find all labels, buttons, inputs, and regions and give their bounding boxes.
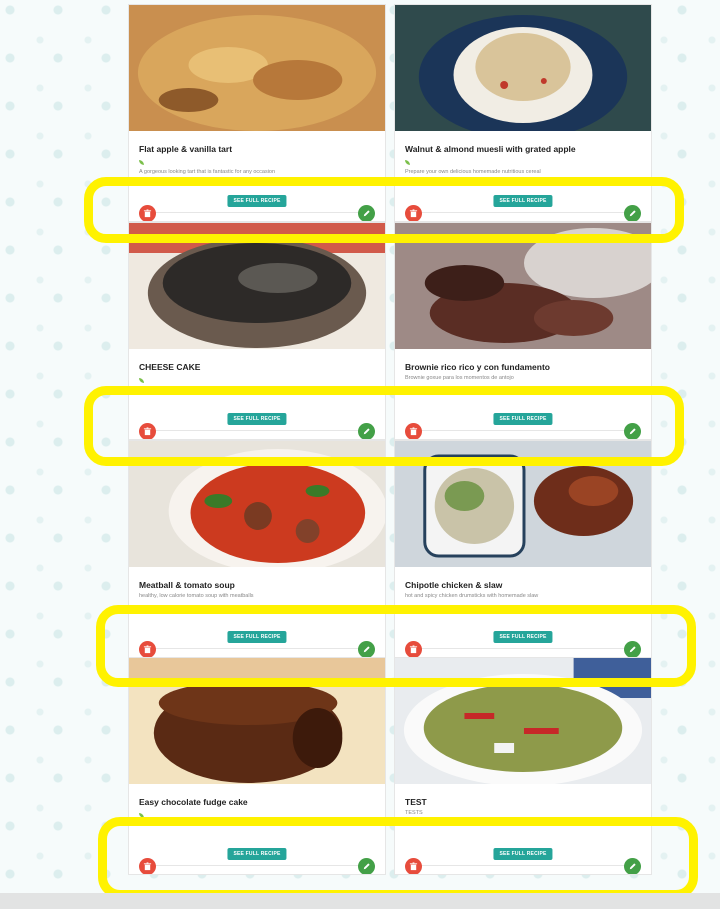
see-full-recipe-button[interactable]: SEE FULL RECIPE — [493, 195, 553, 207]
recipe-description: Brownie goxue para los momentos de antoj… — [405, 375, 514, 381]
divider — [405, 430, 641, 431]
pencil-icon — [629, 210, 636, 217]
edit-button[interactable] — [358, 423, 375, 439]
recipe-card: TEST TESTS SEE FULL RECIPE — [394, 657, 652, 875]
delete-button[interactable] — [139, 641, 156, 657]
recipe-title: TEST — [405, 797, 427, 807]
trash-icon — [143, 209, 152, 218]
divider — [405, 865, 641, 866]
window-bottom-bar — [0, 893, 720, 909]
recipe-title: Easy chocolate fudge cake — [139, 797, 248, 807]
edit-button[interactable] — [624, 858, 641, 874]
recipe-photo — [395, 223, 651, 349]
recipe-card: CHEESE CAKE EXCELLENT AND TASTY, OSO GOK… — [128, 222, 386, 440]
pencil-icon — [363, 646, 370, 653]
recipe-photo — [395, 441, 651, 567]
recipe-photo — [129, 441, 385, 567]
recipe-card: Chipotle chicken & slaw hot and spicy ch… — [394, 440, 652, 658]
edit-button[interactable] — [358, 205, 375, 221]
see-full-recipe-button[interactable]: SEE FULL RECIPE — [227, 413, 287, 425]
edit-button[interactable] — [624, 641, 641, 657]
recipe-card: Flat apple & vanilla tart A gorgeous loo… — [128, 4, 386, 222]
see-full-recipe-button[interactable]: SEE FULL RECIPE — [227, 195, 287, 207]
edit-button[interactable] — [624, 423, 641, 439]
divider — [405, 212, 641, 213]
pencil-icon — [363, 863, 370, 870]
trash-icon — [409, 862, 418, 871]
trash-icon — [409, 645, 418, 654]
pencil-icon — [363, 428, 370, 435]
edit-button[interactable] — [358, 641, 375, 657]
edit-button[interactable] — [358, 858, 375, 874]
recipe-card: Walnut & almond muesli with grated apple… — [394, 4, 652, 222]
see-full-recipe-button[interactable]: SEE FULL RECIPE — [227, 848, 287, 860]
recipe-card: Meatball & tomato soup healthy, low calo… — [128, 440, 386, 658]
recipe-photo — [129, 5, 385, 131]
leaf-icon — [405, 160, 410, 165]
recipe-description: EXCELLENT AND TASTY, OSO GOKUAF — [139, 387, 242, 393]
recipe-description: A gorgeous looking tart that is fantasti… — [139, 169, 276, 175]
recipe-title: Brownie rico rico y con fundamento — [405, 362, 550, 372]
recipe-photo — [395, 5, 651, 131]
trash-icon — [143, 427, 152, 436]
pencil-icon — [363, 210, 370, 217]
pencil-icon — [629, 646, 636, 653]
pencil-icon — [629, 863, 636, 870]
delete-button[interactable] — [405, 641, 422, 657]
see-full-recipe-button[interactable]: SEE FULL RECIPE — [493, 413, 553, 425]
recipe-title: CHEESE CAKE — [139, 362, 201, 372]
leaf-icon — [139, 813, 144, 818]
recipe-description: healthy, low calorie tomato soup with me… — [139, 593, 254, 599]
recipe-title: Flat apple & vanilla tart — [139, 144, 233, 154]
delete-button[interactable] — [405, 205, 422, 221]
recipe-description: TESTS — [405, 810, 423, 816]
divider — [405, 648, 641, 649]
divider — [139, 648, 375, 649]
delete-button[interactable] — [139, 858, 156, 874]
recipe-title: Walnut & almond muesli with grated apple — [405, 144, 576, 154]
leaf-icon — [139, 378, 144, 383]
delete-button[interactable] — [139, 423, 156, 439]
see-full-recipe-button[interactable]: SEE FULL RECIPE — [493, 631, 553, 643]
trash-icon — [143, 862, 152, 871]
leaf-icon — [139, 160, 144, 165]
trash-icon — [409, 427, 418, 436]
see-full-recipe-button[interactable]: SEE FULL RECIPE — [493, 848, 553, 860]
delete-button[interactable] — [405, 858, 422, 874]
recipe-description: Prepare your own delicious homemade nutr… — [405, 169, 541, 175]
recipe-photo — [129, 658, 385, 784]
recipe-card: Brownie rico rico y con fundamento Brown… — [394, 222, 652, 440]
recipe-card: Easy chocolate fudge cake SEE FULL RECIP… — [128, 657, 386, 875]
pencil-icon — [629, 428, 636, 435]
recipe-description: hot and spicy chicken drumsticks with ho… — [405, 593, 539, 599]
edit-button[interactable] — [624, 205, 641, 221]
divider — [139, 212, 375, 213]
delete-button[interactable] — [139, 205, 156, 221]
trash-icon — [143, 645, 152, 654]
see-full-recipe-button[interactable]: SEE FULL RECIPE — [227, 631, 287, 643]
divider — [139, 430, 375, 431]
recipe-photo — [395, 658, 651, 784]
delete-button[interactable] — [405, 423, 422, 439]
recipe-title: Chipotle chicken & slaw — [405, 580, 503, 590]
divider — [139, 865, 375, 866]
recipe-photo — [129, 223, 385, 349]
recipe-title: Meatball & tomato soup — [139, 580, 235, 590]
trash-icon — [409, 209, 418, 218]
